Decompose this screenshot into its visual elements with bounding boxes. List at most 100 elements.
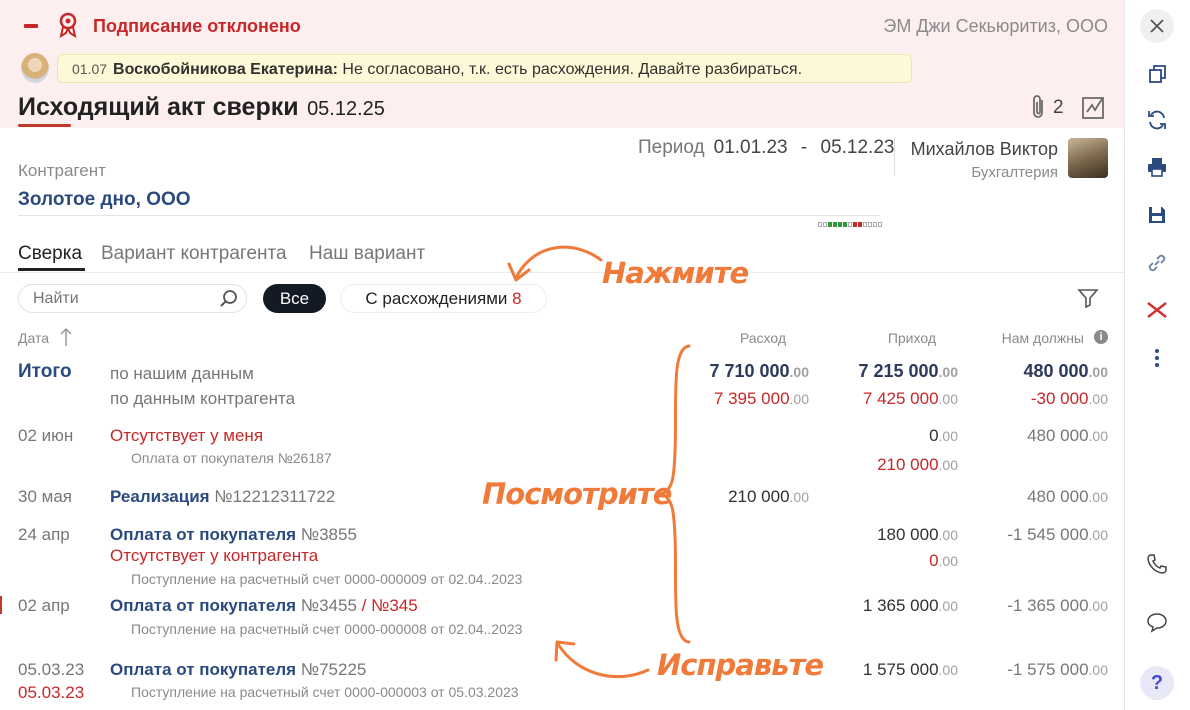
annotation-brace [656,344,691,644]
ribbon-badge-icon [57,12,79,43]
row-date: 05.03.23 [18,660,85,679]
row-income-theirs: 0.00 [929,551,958,570]
counterparty-label: Контрагент [18,161,106,180]
title-underline [18,124,71,127]
filter-diff-button[interactable]: С расхождениями 8 [340,284,547,313]
comment-line: 01.07 Воскобойникова Екатерина: Не соглас… [72,61,802,79]
row-title: Оплата от покупателя [110,660,297,679]
totals-theirs-label: по данным контрагента [110,389,296,408]
row-title-line[interactable]: Оплата от покупателя №3455 / №345 [110,596,418,616]
responsible-avatar[interactable] [1068,138,1108,178]
tab-underline [18,268,85,271]
row-title[interactable]: Отсутствует у меня [110,426,263,446]
total-owed-theirs: -30 000.00 [1030,389,1108,408]
row-number-theirs: №345 [371,596,418,615]
row-income-theirs: 210 000.00 [877,455,958,474]
row-date-theirs: 05.03.23 [18,683,85,702]
row-sub: Поступление на расчетный счет 0000-00000… [131,684,519,700]
indicator-scale [818,222,882,227]
row-income: 1 575 000.00 [862,660,958,679]
annotation-fix: Исправьте [657,648,824,682]
annotation-look: Посмотрите [482,477,672,511]
save-button[interactable] [1140,198,1174,232]
chat-button[interactable] [1140,605,1174,639]
filter-diff-label: С расхождениями [365,289,508,308]
help-icon: ? [1150,671,1164,694]
totals-label: Итого [18,361,72,382]
collapse-icon[interactable] [24,24,38,28]
delete-button[interactable] [1140,293,1174,327]
row-owed: -1 575 000.00 [1007,660,1108,679]
more-dots-icon [1155,349,1159,367]
row-title-line[interactable]: Реализация №12212311722 [110,487,335,507]
comment-author: Воскобойникова Екатерина: [113,61,338,78]
call-button[interactable] [1140,547,1174,581]
total-income-theirs: 7 425 000.00 [862,389,958,408]
search-input[interactable] [33,290,203,308]
comment-date: 01.07 [72,61,108,77]
col-date[interactable]: Дата [18,330,49,346]
status-title: Подписание отклонено [93,16,301,36]
signature-icon[interactable] [1080,95,1108,126]
row-title: Оплата от покупателя [110,596,297,615]
responsible-dept: Бухгалтерия [971,164,1058,181]
doc-date: 05.12.25 [307,98,385,120]
period-from: 01.01.23 [713,137,788,158]
total-expense-ours: 7 710 000.00 [709,361,809,381]
row-sub: Поступление на расчетный счет 0000-00000… [131,571,523,587]
chat-icon [1147,613,1167,633]
close-button[interactable] [1140,9,1174,43]
period-dash: - [800,137,808,158]
print-button[interactable] [1140,150,1174,184]
row-title-line[interactable]: Оплата от покупателя №3855 [110,525,357,545]
info-icon[interactable]: i [1094,330,1108,344]
right-sidebar: ? [1124,0,1190,710]
counterparty-underline [18,215,880,216]
attachments-count[interactable]: 2 [1053,97,1064,119]
search-icon[interactable] [219,289,239,309]
tab-reconciliation[interactable]: Сверка [18,243,82,265]
divider [894,138,895,176]
row-owed: 480 000.00 [1027,487,1108,506]
annotation-click: Нажмите [602,256,749,290]
sort-arrow-icon[interactable] [60,327,72,352]
responsible-name[interactable]: Михайлов Виктор [911,139,1058,160]
row-owed: -1 365 000.00 [1007,596,1108,615]
sync-button[interactable] [1140,103,1174,137]
main-panel: Подписание отклонено ЭМ Джи Секьюритиз, … [0,0,1124,710]
help-button[interactable]: ? [1140,666,1174,700]
search-box[interactable] [18,284,247,313]
tab-our-variant[interactable]: Наш вариант [309,243,425,265]
row-separator: / [356,596,372,615]
row-marker [0,596,2,614]
annotation-arrow-click [507,245,603,282]
counterparty-name[interactable]: Золотое дно, ООО [18,189,191,211]
row-title-line[interactable]: Оплата от покупателя №75225 [110,660,366,680]
row-status: Отсутствует у контрагента [110,546,319,565]
col-income: Приход [887,330,936,346]
more-button[interactable] [1140,341,1174,375]
save-icon [1149,207,1165,223]
paperclip-icon[interactable] [1030,94,1048,125]
company-name[interactable]: ЭМ Джи Секьюритиз, ООО [883,16,1108,37]
total-expense-theirs: 7 395 000.00 [713,389,809,408]
filter-all-button[interactable]: Все [263,284,326,313]
row-date: 02 апр [18,596,70,615]
page-title: Исходящий акт сверки [18,93,299,121]
link-button[interactable] [1140,246,1174,280]
row-date: 30 мая [18,487,72,506]
row-number: №12212311722 [214,487,336,506]
total-owed-ours: 480 000.00 [1023,361,1108,381]
period[interactable]: Период 01.01.23 - 05.12.23 [638,137,894,159]
row-date: 02 июн [18,426,74,445]
copy-button[interactable] [1140,57,1174,91]
row-expense: 210 000.00 [728,487,809,506]
row-number: №75225 [300,660,367,679]
doc-title: Исходящий акт сверки 05.12.25 [18,93,385,122]
row-income: 180 000.00 [877,525,958,544]
avatar [21,53,49,83]
row-title: Реализация [110,487,210,506]
tab-counterparty-variant[interactable]: Вариант контрагента [101,243,287,265]
row-number: №3855 [300,525,357,544]
filter-icon[interactable] [1077,288,1099,313]
